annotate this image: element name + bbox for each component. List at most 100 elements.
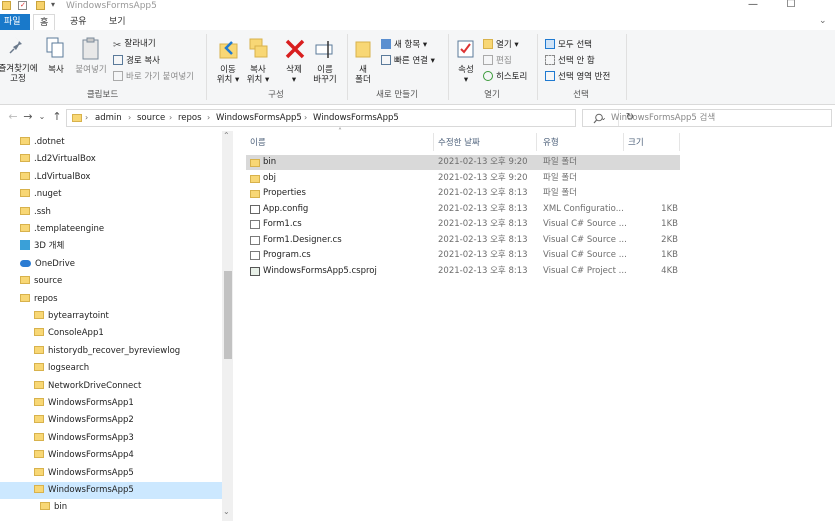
new-folder-button[interactable] [352,38,374,63]
copy-to-button[interactable] [248,36,270,65]
tab-view[interactable]: 보기 [103,14,132,30]
cut-button[interactable]: ✂ 잘라내기 [113,39,156,51]
new-group-label: 새로 만들기 [376,90,418,100]
column-divider[interactable] [536,133,537,151]
clipboard-group-label: 클립보드 [86,90,119,100]
nav-pane-scroll-thumb[interactable] [224,271,232,359]
nav-item[interactable]: repos [0,291,222,308]
column-header-date[interactable]: 수정한 날짜 [438,136,480,150]
select-all-button[interactable]: 모두 선택 [545,39,592,50]
breadcrumb-current[interactable]: WindowsFormsApp5 [313,110,399,126]
paste-button[interactable] [80,36,102,65]
nav-item[interactable]: WindowsFormsApp4 [0,447,222,464]
nav-item[interactable]: WindowsFormsApp1 [0,395,222,412]
breadcrumb-repos[interactable]: repos [178,110,202,126]
quick-access-dropdown-icon[interactable]: ▾ [51,0,55,9]
forward-arrow-icon[interactable]: → [21,110,35,124]
nav-item[interactable]: OneDrive [0,256,222,273]
history-button[interactable]: 히스토리 [483,71,527,82]
up-arrow-icon[interactable]: ↑ [50,110,64,124]
file-row[interactable]: Program.cs 2021-02-13 오후 8:13 Visual C# So… [246,248,835,263]
copy-button[interactable] [44,36,66,65]
column-divider[interactable] [623,133,624,151]
file-row[interactable]: WindowsFormsApp5.csproj 2021-02-13 오후 8:1… [246,264,835,279]
column-header-name[interactable]: 이름 [250,136,266,150]
paste-label: 붙여넣기 [75,65,107,75]
invert-selection-button[interactable]: 선택 영역 반전 [545,71,610,82]
nav-item[interactable]: .dotnet [0,134,222,151]
nav-item-label: .templateengine [34,224,105,234]
nav-item[interactable]: WindowsFormsApp3 [0,430,222,447]
nav-item[interactable]: .nuget [0,186,222,203]
nav-item[interactable]: NetworkDriveConnect [0,378,222,395]
file-row[interactable]: App.config 2021-02-13 오후 8:13 XML Configur… [246,202,835,217]
nav-item[interactable]: WindowsFormsApp5 [0,482,222,499]
breadcrumb-source[interactable]: source [137,110,165,126]
edit-button[interactable]: 편집 [483,55,512,66]
nav-item-label: WindowsFormsApp5 [48,467,134,478]
file-name: Form1.cs [263,219,302,229]
paste-shortcut-button[interactable]: 바로 가기 붙여넣기 [113,71,194,82]
delete-button[interactable] [284,38,306,63]
file-row[interactable]: obj 2021-02-13 오후 9:20 파일 폴더 [246,171,835,186]
new-item-button[interactable]: 새 항목 ▾ [381,39,427,50]
column-divider[interactable] [679,133,680,151]
nav-item[interactable]: .Ld2VirtualBox [0,151,222,168]
nav-item[interactable]: .LdVirtualBox [0,169,222,186]
nav-item[interactable]: WindowsFormsApp2 [0,412,222,429]
sort-indicator-icon: ˄ [338,127,342,136]
file-date: 2021-02-13 오후 8:13 [438,234,528,245]
breadcrumb-project[interactable]: WindowsFormsApp5 [216,110,302,126]
address-bar[interactable]: › admin › source › repos › WindowsFormsA… [66,109,634,127]
search-box[interactable]: WindowsFormsApp5 검색 [582,109,832,127]
nav-item[interactable]: historydb_recover_byreviewlog [0,343,222,360]
breadcrumb-admin[interactable]: admin [95,110,122,126]
file-row[interactable]: Form1.Designer.cs 2021-02-13 오후 8:13 Visua… [246,233,835,248]
nav-item[interactable]: bin [0,499,222,516]
nav-item[interactable]: WindowsFormsApp5 [0,465,222,482]
file-type: Visual C# Source ... [543,234,627,245]
file-type: Visual C# Source ... [543,219,627,229]
move-folder-icon [219,41,238,59]
tab-file[interactable]: 파일 [0,14,30,30]
file-date: 2021-02-13 오후 8:13 [438,250,528,260]
open-button[interactable]: 열기 ▾ [483,39,519,50]
minimize-icon[interactable]: — [738,0,768,12]
file-row[interactable]: bin 2021-02-13 오후 9:20 파일 폴더 [246,155,680,170]
file-row[interactable]: Form1.cs 2021-02-13 오후 8:13 Visual C# Sour… [246,217,835,232]
nav-item[interactable]: logsearch [0,360,222,377]
pin-button[interactable] [6,34,30,59]
nav-item[interactable]: source [0,273,222,290]
properties-button[interactable] [455,38,477,63]
easy-access-button[interactable]: 빠른 연결 ▾ [381,55,435,66]
folder-icon [2,1,11,10]
copy-path-button[interactable]: 경로 복사 [113,55,160,66]
select-none-button[interactable]: 선택 안 함 [545,55,595,66]
nav-item[interactable]: .templateengine [0,221,222,238]
nav-item[interactable]: .ssh [0,204,222,221]
maximize-icon[interactable]: ☐ [776,0,806,12]
column-header-size[interactable]: 크기 [628,136,644,150]
scroll-up-arrow-icon[interactable]: ⌃ [223,131,230,140]
back-arrow-icon[interactable]: ← [6,110,20,124]
move-to-button[interactable] [218,38,240,65]
recent-locations-chevron-icon[interactable]: ⌄ [35,110,49,124]
file-date: 2021-02-13 오후 9:20 [438,172,528,183]
tab-home[interactable]: 홈 [33,14,56,31]
column-divider[interactable] [433,133,434,151]
nav-item[interactable]: ConsoleApp1 [0,325,222,342]
column-header-type[interactable]: 유형 [543,136,559,150]
title-bar: ✓ ▾ WindowsFormsApp5 — ☐ [0,0,835,14]
nav-item-label: bytearraytoint [48,311,109,321]
properties-quick-icon[interactable]: ✓ [18,1,27,10]
new-item-label: 새 항목 ▾ [394,40,428,50]
tab-share[interactable]: 공유 [64,14,93,30]
ribbon-expand-icon[interactable]: ⌄ [819,16,827,26]
rename-button[interactable] [314,38,336,63]
nav-item[interactable]: 3D 개체 [0,238,222,255]
pin-icon [9,37,22,54]
scroll-down-arrow-icon[interactable]: ⌄ [223,507,230,516]
new-folder-quick-icon[interactable] [36,1,45,10]
file-row[interactable]: Properties 2021-02-13 오후 8:13 파일 폴더 [246,186,835,201]
nav-item[interactable]: bytearraytoint [0,308,222,325]
